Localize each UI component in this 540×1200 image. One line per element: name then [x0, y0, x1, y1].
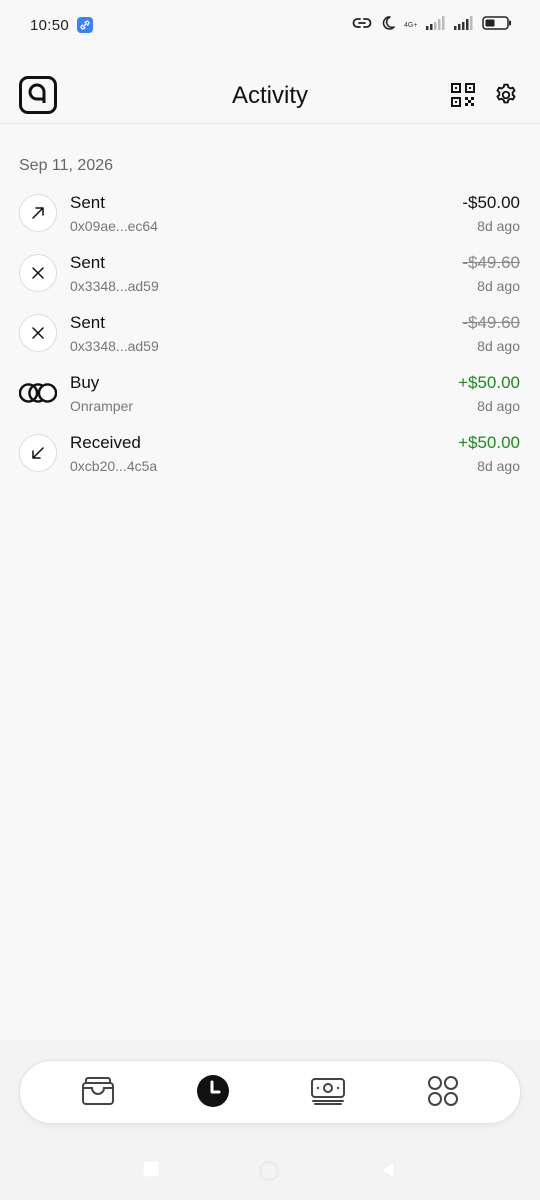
activity-time: 8d ago [477, 278, 520, 294]
status-left: 10:50 [30, 16, 94, 34]
cash-icon [310, 1076, 346, 1111]
arrow-up-right-icon [19, 194, 57, 232]
activity-title: Buy [70, 373, 100, 392]
apps-grid-icon [427, 1075, 459, 1112]
clock-icon [196, 1074, 230, 1113]
link-notification-icon [77, 17, 94, 33]
activity-address: 0xcb20...4c5a [70, 458, 158, 474]
activity-time: 8d ago [477, 458, 520, 474]
system-nav-bar [0, 1148, 540, 1192]
circle-icon [258, 1160, 280, 1186]
activity-address: 0x3348...ad59 [70, 278, 159, 294]
qr-code-icon [451, 83, 475, 111]
gear-icon [493, 83, 519, 112]
x-icon [19, 314, 57, 352]
square-icon [142, 1160, 160, 1182]
activity-amount: +$50.00 [458, 433, 520, 452]
battery-icon [482, 15, 512, 35]
arrow-down-left-icon [19, 434, 57, 472]
onramper-logo-icon [19, 374, 57, 412]
activity-item-sent[interactable]: Sent 0x09ae...ec64 -$50.00 8d ago [0, 186, 540, 246]
back-triangle-icon [378, 1161, 396, 1184]
signal-strength-icon [426, 15, 446, 35]
activity-title: Received [70, 433, 141, 452]
wallet-icon [81, 1076, 115, 1111]
activity-provider: Onramper [70, 398, 134, 414]
system-home-button[interactable] [258, 1160, 280, 1187]
activity-time: 8d ago [477, 398, 520, 414]
nav-activity-button[interactable] [195, 1074, 231, 1113]
app-header: Activity [0, 60, 540, 124]
activity-time: 8d ago [477, 218, 520, 234]
activity-list: Sent 0x09ae...ec64 -$50.00 8d ago Sent 0… [0, 186, 540, 486]
date-group-header: Sep 11, 2026 [19, 157, 114, 174]
x-icon [19, 254, 57, 292]
activity-amount: +$50.00 [458, 373, 520, 392]
activity-item-received[interactable]: Received 0xcb20...4c5a +$50.00 8d ago [0, 426, 540, 486]
activity-item-buy[interactable]: Buy Onramper +$50.00 8d ago [0, 366, 540, 426]
nav-cash-button[interactable] [310, 1075, 346, 1111]
activity-item-failed[interactable]: Sent 0x3348...ad59 -$49.60 8d ago [0, 246, 540, 306]
activity-title: Sent [70, 193, 105, 212]
nav-wallet-button[interactable] [80, 1075, 116, 1111]
bottom-nav [19, 1060, 521, 1124]
system-back-button[interactable] [378, 1160, 396, 1185]
system-recents-button[interactable] [142, 1160, 160, 1183]
activity-amount: -$49.60 [462, 253, 520, 272]
activity-time: 8d ago [477, 338, 520, 354]
status-bar: 10:50 4G+ [0, 0, 540, 50]
activity-address: 0x09ae...ec64 [70, 218, 158, 234]
activity-amount: -$50.00 [462, 193, 520, 212]
activity-address: 0x3348...ad59 [70, 338, 159, 354]
status-time: 10:50 [30, 16, 70, 34]
activity-amount: -$49.60 [462, 313, 520, 332]
network-type-label: 4G+ [404, 21, 418, 29]
status-right: 4G+ [352, 15, 512, 36]
activity-item-failed[interactable]: Sent 0x3348...ad59 -$49.60 8d ago [0, 306, 540, 366]
nav-apps-button[interactable] [425, 1075, 461, 1111]
settings-button[interactable] [493, 82, 519, 108]
do-not-disturb-moon-icon [380, 15, 396, 36]
signal-strength-2-icon [454, 15, 474, 35]
link-icon [352, 16, 372, 35]
activity-title: Sent [70, 313, 105, 332]
qr-code-button[interactable] [451, 83, 475, 107]
activity-title: Sent [70, 253, 105, 272]
